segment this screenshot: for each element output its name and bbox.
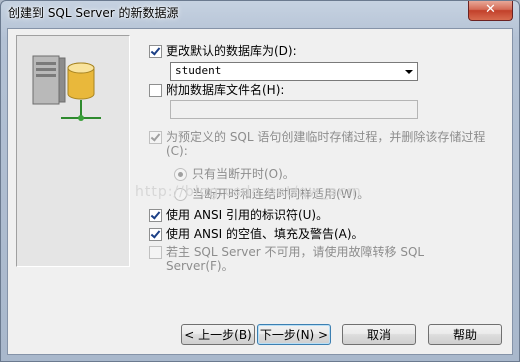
temp-stored-proc-checkbox <box>149 131 162 144</box>
ansi-quoted-option[interactable]: 使用 ANSI 引用的标识符(U)。 <box>149 208 328 222</box>
wizard-icon-panel <box>16 35 130 267</box>
radio-disconnect-only: 只有当断开时(O)。 <box>174 167 295 181</box>
ansi-nulls-checkbox[interactable] <box>149 228 162 241</box>
dropdown-arrow-icon[interactable] <box>405 70 413 74</box>
window-title: 创建到 SQL Server 的新数据源 <box>8 6 179 20</box>
ansi-nulls-label: 使用 ANSI 的空值、填充及警告(A)。 <box>166 227 364 241</box>
default-db-dropdown[interactable]: student <box>170 62 418 81</box>
attach-db-file-option[interactable]: 附加数据库文件名(H): <box>149 83 284 97</box>
ansi-quoted-checkbox[interactable] <box>149 209 162 222</box>
radio-disconnect-only-button <box>174 167 187 181</box>
blog-watermark: http://blog.csdn.net/qw_acm <box>135 184 362 200</box>
change-default-db-label: 更改默认的数据库为(D): <box>166 44 297 58</box>
failover-checkbox <box>149 246 162 259</box>
help-button[interactable]: 帮助 <box>428 324 502 345</box>
attach-db-file-input <box>170 100 418 119</box>
ansi-nulls-option[interactable]: 使用 ANSI 的空值、填充及警告(A)。 <box>149 227 364 241</box>
back-button[interactable]: < 上一步(B) <box>181 324 255 345</box>
default-db-value: student <box>175 64 222 77</box>
title-bar[interactable]: 创建到 SQL Server 的新数据源 ✕ <box>1 1 519 23</box>
ansi-quoted-label: 使用 ANSI 引用的标识符(U)。 <box>166 208 329 222</box>
close-button[interactable]: ✕ <box>468 1 513 21</box>
database-server-icon <box>32 55 101 121</box>
failover-option: 若主 SQL Server 不可用，请使用故障转移 SQL Server(F)。 <box>149 245 449 273</box>
attach-db-file-checkbox[interactable] <box>149 84 162 97</box>
cancel-button[interactable]: 取消 <box>342 324 416 345</box>
failover-label: 若主 SQL Server 不可用，请使用故障转移 SQL Server(F)。 <box>166 245 425 273</box>
next-button[interactable]: 下一步(N) > <box>257 324 331 345</box>
temp-stored-proc-option: 为预定义的 SQL 语句创建临时存储过程，并删除该存储过程(C): <box>149 130 489 158</box>
temp-stored-proc-label: 为预定义的 SQL 语句创建临时存储过程，并删除该存储过程(C): <box>166 130 486 158</box>
change-default-db-checkbox[interactable] <box>149 45 162 58</box>
radio-disconnect-only-label: 只有当断开时(O)。 <box>192 167 295 181</box>
attach-db-file-label: 附加数据库文件名(H): <box>166 83 285 97</box>
change-default-db-option[interactable]: 更改默认的数据库为(D): <box>149 44 297 58</box>
